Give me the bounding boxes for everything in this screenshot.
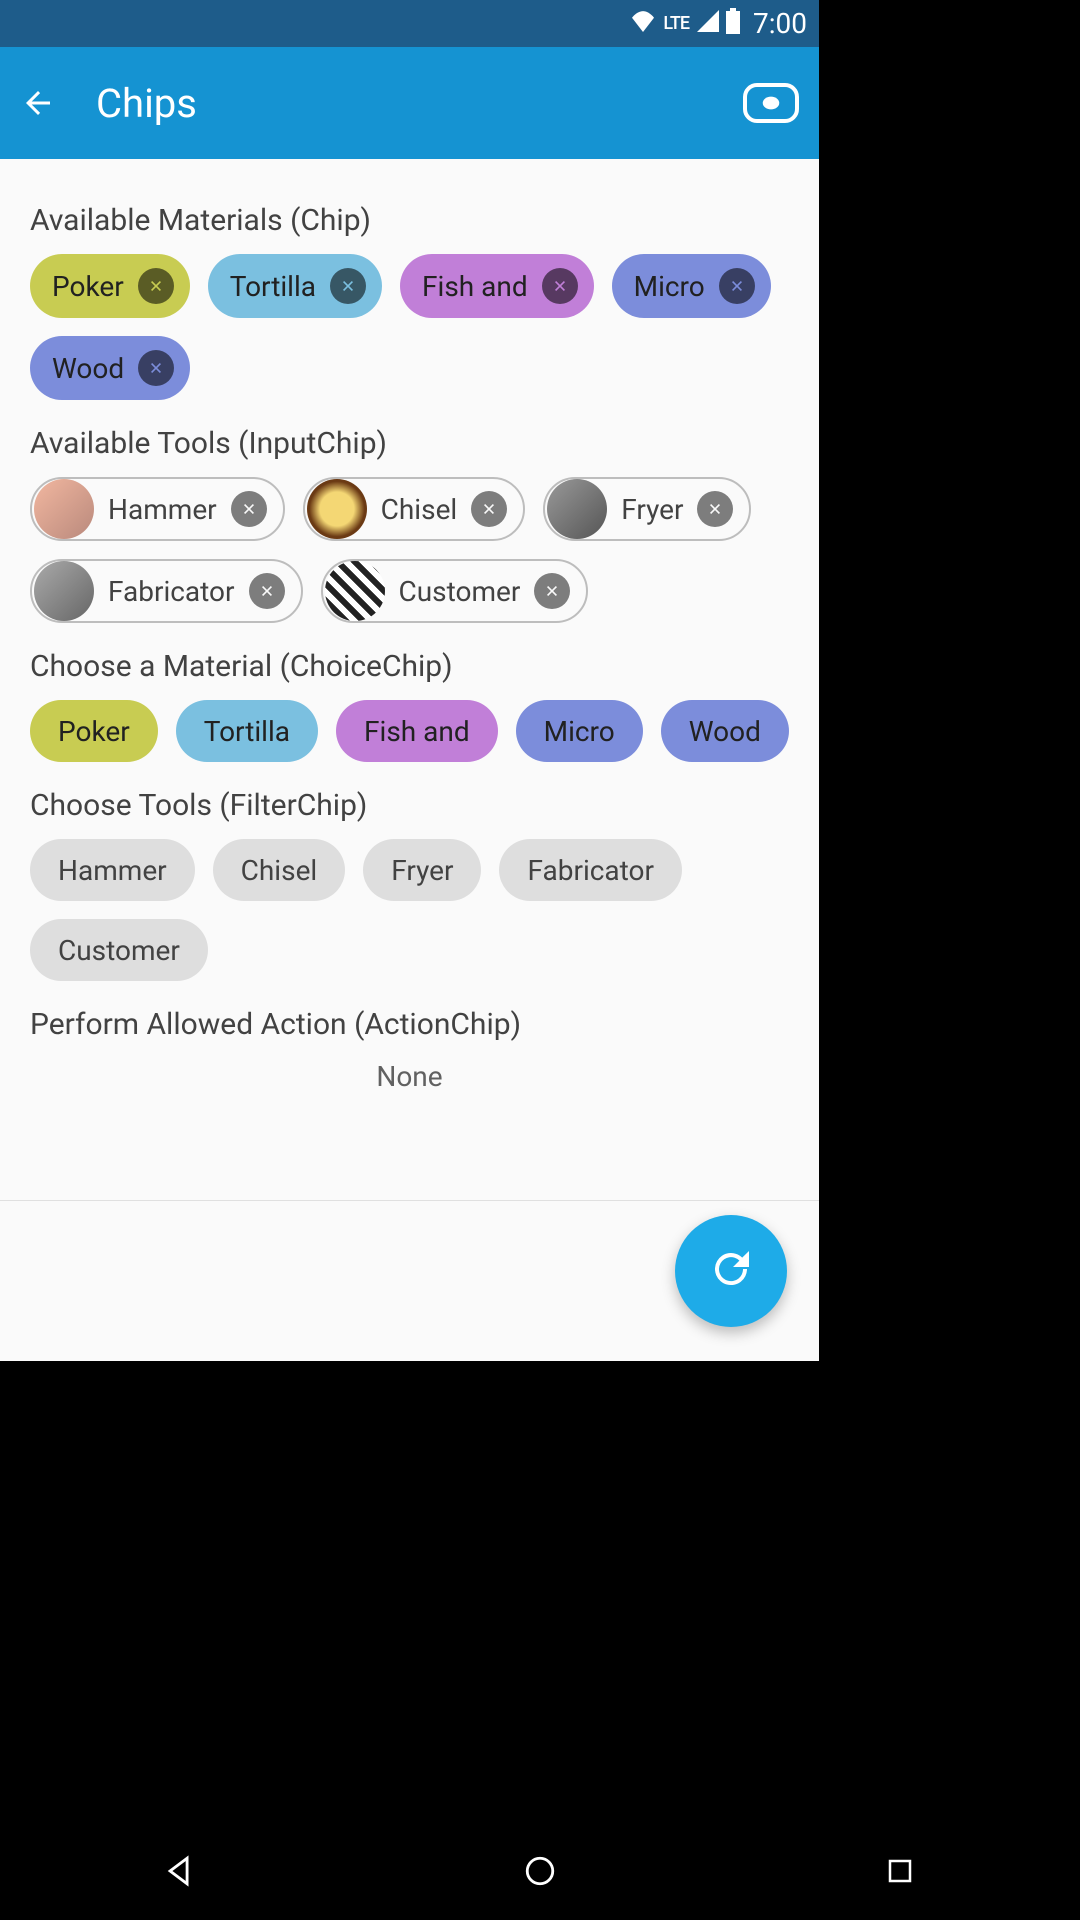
choice-chip-row: Poker Tortilla Fish and Micro Wood — [30, 700, 789, 762]
chip-material-wood[interactable]: Wood — [30, 336, 190, 400]
chip-label: Micro — [544, 715, 615, 748]
choice-chip-wood[interactable]: Wood — [661, 700, 789, 762]
chip-material-poker[interactable]: Poker — [30, 254, 190, 318]
avatar-icon — [307, 479, 367, 539]
filter-chip-fabricator[interactable]: Fabricator — [499, 839, 682, 901]
avatar-icon — [547, 479, 607, 539]
filter-chip-fryer[interactable]: Fryer — [363, 839, 481, 901]
chip-label: Micro — [634, 270, 705, 303]
avatar-icon — [34, 561, 94, 621]
close-icon[interactable] — [719, 268, 755, 304]
close-icon[interactable] — [330, 268, 366, 304]
chip-label: Customer — [58, 934, 180, 967]
nav-back-button[interactable] — [156, 1847, 204, 1895]
chip-label: Fabricator — [108, 575, 235, 608]
avatar-icon — [34, 479, 94, 539]
chip-tool-fryer[interactable]: Fryer — [543, 477, 751, 541]
section-title-materials: Available Materials (Chip) — [30, 203, 789, 238]
close-icon[interactable] — [231, 491, 267, 527]
section-title-filter: Choose Tools (FilterChip) — [30, 788, 789, 823]
close-icon[interactable] — [471, 491, 507, 527]
chip-label: Fabricator — [527, 854, 654, 887]
avatar-icon — [325, 561, 385, 621]
chip-label: Poker — [52, 270, 124, 303]
action-none-text: None — [30, 1060, 789, 1093]
tools-chip-row: Hammer Chisel Fryer Fabricator Customer — [30, 477, 789, 623]
choice-chip-fishand[interactable]: Fish and — [336, 700, 498, 762]
chip-label: Chisel — [381, 493, 458, 526]
android-nav-bar — [0, 1821, 1080, 1920]
battery-icon — [725, 8, 741, 40]
page-title: Chips — [96, 80, 743, 127]
chip-label: Wood — [52, 352, 124, 385]
filter-chip-row: Hammer Chisel Fryer Fabricator Customer — [30, 839, 789, 981]
filter-chip-customer[interactable]: Customer — [30, 919, 208, 981]
status-bar: LTE 7:00 — [0, 0, 819, 47]
chip-material-tortilla[interactable]: Tortilla — [208, 254, 382, 318]
signal-icon — [695, 10, 719, 38]
chip-tool-customer[interactable]: Customer — [321, 559, 589, 623]
chip-label: Hammer — [108, 493, 217, 526]
theme-toggle-button[interactable] — [743, 83, 799, 123]
wifi-icon — [629, 10, 657, 38]
close-icon[interactable] — [542, 268, 578, 304]
chip-tool-hammer[interactable]: Hammer — [30, 477, 285, 541]
chip-material-micro[interactable]: Micro — [612, 254, 771, 318]
choice-chip-tortilla[interactable]: Tortilla — [176, 700, 318, 762]
nav-recents-button[interactable] — [876, 1847, 924, 1895]
lte-label: LTE — [663, 13, 689, 34]
chip-tool-fabricator[interactable]: Fabricator — [30, 559, 303, 623]
chip-tool-chisel[interactable]: Chisel — [303, 477, 526, 541]
section-title-action: Perform Allowed Action (ActionChip) — [30, 1007, 789, 1042]
choice-chip-micro[interactable]: Micro — [516, 700, 643, 762]
close-icon[interactable] — [138, 350, 174, 386]
filter-chip-chisel[interactable]: Chisel — [213, 839, 346, 901]
chip-label: Hammer — [58, 854, 167, 887]
chip-label: Chisel — [241, 854, 318, 887]
chip-label: Fryer — [621, 493, 683, 526]
app-bar: Chips — [0, 47, 819, 159]
chip-label: Tortilla — [230, 270, 316, 303]
refresh-icon — [707, 1245, 755, 1297]
nav-home-button[interactable] — [516, 1847, 564, 1895]
back-button[interactable] — [20, 85, 56, 121]
close-icon[interactable] — [249, 573, 285, 609]
close-icon[interactable] — [534, 573, 570, 609]
chip-label: Fryer — [391, 854, 453, 887]
content-area: Available Materials (Chip) Poker Tortill… — [0, 159, 819, 1361]
close-icon[interactable] — [138, 268, 174, 304]
refresh-fab[interactable] — [675, 1215, 787, 1327]
divider — [0, 1200, 819, 1201]
status-clock: 7:00 — [753, 7, 807, 40]
section-title-tools: Available Tools (InputChip) — [30, 426, 789, 461]
chip-label: Fish and — [364, 715, 470, 748]
chip-label: Fish and — [422, 270, 528, 303]
chip-label: Customer — [399, 575, 521, 608]
section-title-choice: Choose a Material (ChoiceChip) — [30, 649, 789, 684]
chip-label: Wood — [689, 715, 761, 748]
chip-material-fishand[interactable]: Fish and — [400, 254, 594, 318]
chip-label: Tortilla — [204, 715, 290, 748]
materials-chip-row: Poker Tortilla Fish and Micro Wood — [30, 254, 789, 400]
filter-chip-hammer[interactable]: Hammer — [30, 839, 195, 901]
choice-chip-poker[interactable]: Poker — [30, 700, 158, 762]
chip-label: Poker — [58, 715, 130, 748]
close-icon[interactable] — [697, 491, 733, 527]
